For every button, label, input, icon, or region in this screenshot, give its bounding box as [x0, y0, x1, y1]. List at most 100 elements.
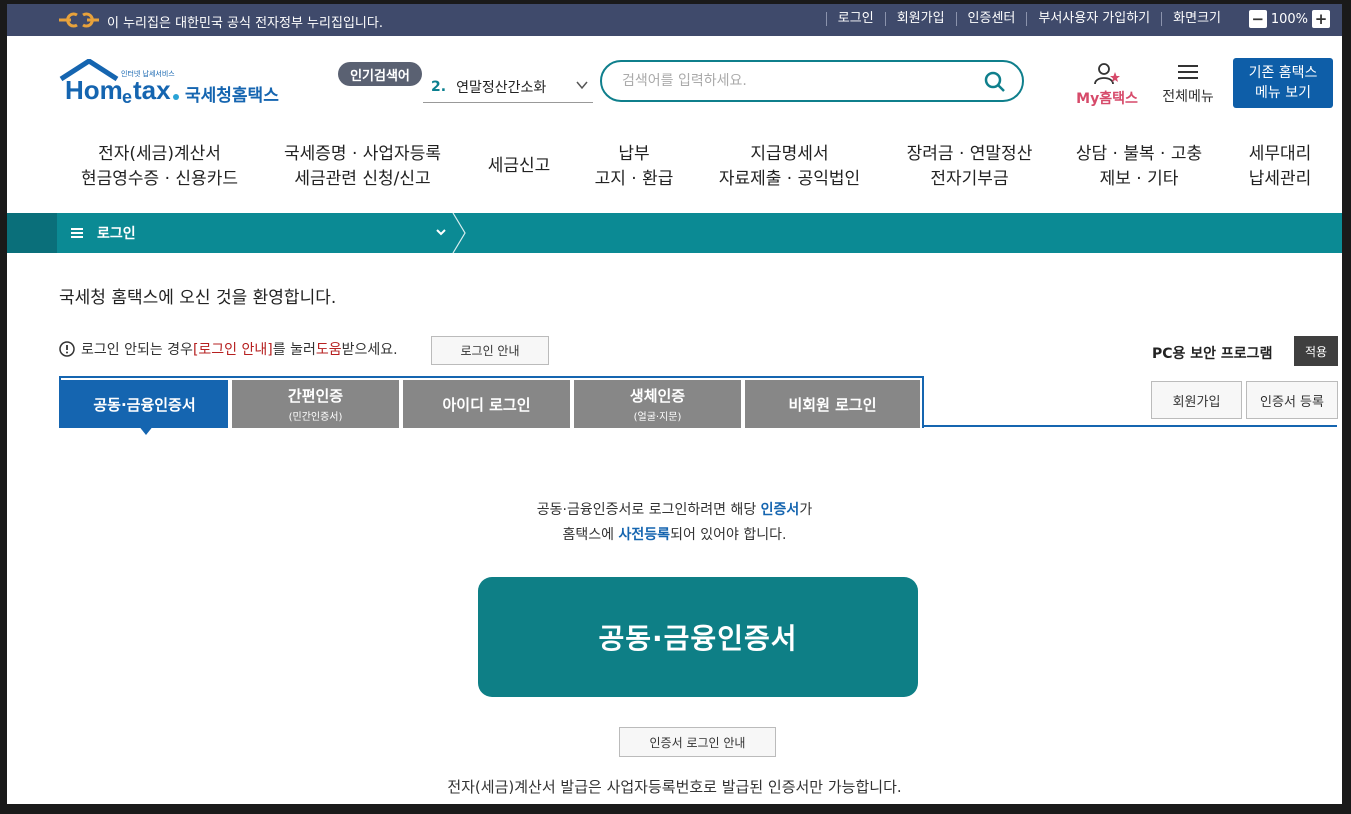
tab-id-login[interactable]: 아이디 로그인 — [403, 380, 572, 428]
gnb-line2: 자료제출 · 공익법인 — [718, 169, 861, 189]
breadcrumb-divider-icon — [452, 213, 466, 253]
user-star-icon — [1094, 63, 1120, 85]
location-bar: 로그인 — [7, 213, 1342, 253]
gnb-line2: 제보 · 기타 — [1099, 169, 1179, 189]
page-title: 국세청 홈택스에 오신 것을 환영합니다. — [59, 288, 337, 308]
signup-link[interactable]: 회원가입 — [884, 12, 956, 26]
menu-list-icon — [71, 228, 83, 238]
popular-rank: 2. — [431, 79, 447, 95]
desc-line-1: 공동·금융인증서로 로그인하려면 해당 인증서가 — [7, 498, 1342, 523]
gnb-line1: 세무대리 — [1248, 144, 1312, 164]
notice-text-post: 받으세요. — [341, 342, 398, 358]
tab-label: 간편인증 — [287, 387, 344, 405]
desc1-post: 가 — [799, 502, 813, 518]
gnb-line2: 납세관리 — [1248, 169, 1312, 189]
tab-label: 아이디 로그인 — [442, 395, 531, 414]
gnb-line1: 장려금 · 연말정산 — [906, 144, 1033, 164]
popular-term: 연말정산간소화 — [456, 80, 547, 96]
gov-symbol-icon — [59, 12, 99, 28]
desc1-blue: 인증서 — [760, 502, 800, 518]
zoom-in-button[interactable]: + — [1312, 10, 1330, 28]
tab-biometric[interactable]: 생체인증 (얼굴·지문) — [574, 380, 743, 428]
gnb-item-tax-agent[interactable]: 세무대리 납세관리 — [1235, 142, 1325, 192]
location-label: 로그인 — [97, 226, 136, 242]
logo-text: 국세청홈택스 — [185, 86, 279, 106]
notice-text-mid: 를 눌러 — [272, 342, 316, 358]
gnb-line1: 국세증명 · 사업자등록 — [284, 144, 441, 164]
gnb-line2: 고지 · 환급 — [594, 169, 674, 189]
gov-banner: 이 누리집은 대한민국 공식 전자정부 누리집입니다. 로그인 회원가입 인증센… — [7, 4, 1342, 36]
gnb-item-payment-statement[interactable]: 지급명세서 자료제출 · 공익법인 — [707, 142, 872, 192]
gnb-item-consult[interactable]: 상담 · 불복 · 고충 제보 · 기타 — [1064, 142, 1214, 192]
notice-help-text: 도움 — [315, 342, 342, 358]
svg-text:tax: tax — [133, 75, 171, 105]
zoom-out-button[interactable]: − — [1248, 10, 1267, 28]
tab-underline — [923, 425, 1337, 427]
old-menu-line2: 메뉴 보기 — [1255, 85, 1311, 101]
desc-line-2: 홈택스에 사전등록되어 있어야 합니다. — [7, 523, 1342, 548]
browser-viewport: 이 누리집은 대한민국 공식 전자정부 누리집입니다. 로그인 회원가입 인증센… — [7, 4, 1342, 804]
cert-login-guide-button[interactable]: 인증서 로그인 안내 — [619, 727, 776, 757]
gnb-item-payment[interactable]: 납부 고지 · 환급 — [579, 142, 689, 192]
cert-center-link[interactable]: 인증센터 — [955, 12, 1027, 26]
cert-register-button[interactable]: 인증서 등록 — [1246, 381, 1338, 419]
location-dropdown[interactable]: 로그인 — [57, 213, 453, 253]
tab-joint-cert[interactable]: 공동·금융인증서 — [61, 380, 230, 428]
e-invoice-note: 전자(세금)계산서 발급은 사업자등록번호로 발급된 인증서만 가능합니다. — [447, 778, 902, 796]
old-hometax-menu-button[interactable]: 기존 홈택스 메뉴 보기 — [1233, 58, 1333, 108]
search-icon[interactable] — [984, 71, 1006, 93]
gnb-line2: 현금영수증 · 신용카드 — [81, 169, 238, 189]
gnb-line1: 지급명세서 — [750, 144, 829, 164]
tab-label: 생체인증 — [629, 387, 686, 405]
my-hometax-button[interactable]: My홈택스 — [1069, 62, 1145, 108]
svg-text:Hom: Hom — [65, 75, 123, 105]
global-nav: 전자(세금)계산서 현금영수증 · 신용카드 국세증명 · 사업자등록 세금관련… — [7, 142, 1342, 202]
gnb-line2: 전자기부금 — [930, 169, 1009, 189]
logo-small-text: 인터넷 납세서비스 — [121, 70, 175, 78]
chevron-down-icon — [576, 81, 588, 90]
gnb-line1: 전자(세금)계산서 — [98, 144, 221, 164]
gnb-item-tax-filing[interactable]: 세금신고 — [469, 154, 569, 179]
info-icon — [59, 341, 75, 357]
hamburger-icon — [1178, 65, 1198, 79]
apply-security-button[interactable]: 적용 — [1294, 336, 1338, 366]
tab-label: 공동·금융인증서 — [93, 395, 196, 414]
tab-sub-label: (얼굴·지문) — [633, 412, 682, 423]
tab-guest-login[interactable]: 비회원 로그인 — [745, 380, 920, 428]
tab-simple-auth[interactable]: 간편인증 (민간인증서) — [232, 380, 401, 428]
popular-search-dropdown[interactable]: 2. 연말정산간소화 — [423, 72, 593, 103]
gnb-line2: 세금관련 신청/신고 — [294, 169, 431, 189]
gnb-line1: 상담 · 불복 · 고충 — [1075, 144, 1203, 164]
hometax-logo[interactable]: Hom e tax 인터넷 납세서비스 국세청홈택스 — [59, 58, 279, 109]
cert-login-description: 공동·금융인증서로 로그인하려면 해당 인증서가 홈택스에 사전등록되어 있어야… — [7, 498, 1342, 548]
screen-size-label: 화면크기 — [1161, 12, 1232, 26]
pc-security-label: PC용 보안 프로그램 — [1152, 346, 1273, 362]
gnb-item-e-invoice[interactable]: 전자(세금)계산서 현금영수증 · 신용카드 — [72, 142, 247, 192]
tab-sub-label: (민간인증서) — [288, 412, 343, 423]
desc1-pre: 공동·금융인증서로 로그인하려면 해당 — [536, 502, 761, 518]
joint-cert-login-button[interactable]: 공동·금융인증서 — [478, 577, 918, 697]
login-link[interactable]: 로그인 — [825, 12, 885, 26]
all-menu-button[interactable]: 전체메뉴 — [1155, 62, 1221, 106]
location-home-block — [7, 213, 57, 253]
tab-label: 비회원 로그인 — [788, 395, 877, 414]
popular-search-badge: 인기검색어 — [338, 62, 422, 86]
signup-button[interactable]: 회원가입 — [1151, 381, 1242, 419]
gnb-line1: 납부 — [618, 144, 650, 164]
gnb-line1: 세금신고 — [487, 156, 551, 176]
login-notice: 로그인 안되는 경우 [로그인 안내] 를 눌러 도움 받으세요. — [59, 339, 398, 359]
active-tab-pointer — [138, 425, 154, 435]
gnb-item-certificate[interactable]: 국세증명 · 사업자등록 세금관련 신청/신고 — [275, 142, 450, 192]
search-input[interactable] — [620, 72, 974, 90]
gov-links: 로그인 회원가입 인증센터 부서사용자 가입하기 화면크기 — [825, 12, 1232, 26]
zoom-control: − 100% + — [1248, 10, 1330, 28]
login-guide-button[interactable]: 로그인 안내 — [431, 336, 549, 365]
desc2-blue: 사전등록 — [618, 527, 671, 543]
dept-user-signup-link[interactable]: 부서사용자 가입하기 — [1026, 12, 1161, 26]
old-menu-line1: 기존 홈택스 — [1248, 65, 1318, 81]
notice-text-pre: 로그인 안되는 경우 — [81, 342, 193, 358]
desc2-post: 되어 있어야 합니다. — [670, 527, 787, 543]
gnb-item-incentive[interactable]: 장려금 · 연말정산 전자기부금 — [892, 142, 1047, 192]
desc2-pre: 홈택스에 — [562, 527, 619, 543]
chevron-down-icon — [436, 229, 446, 236]
